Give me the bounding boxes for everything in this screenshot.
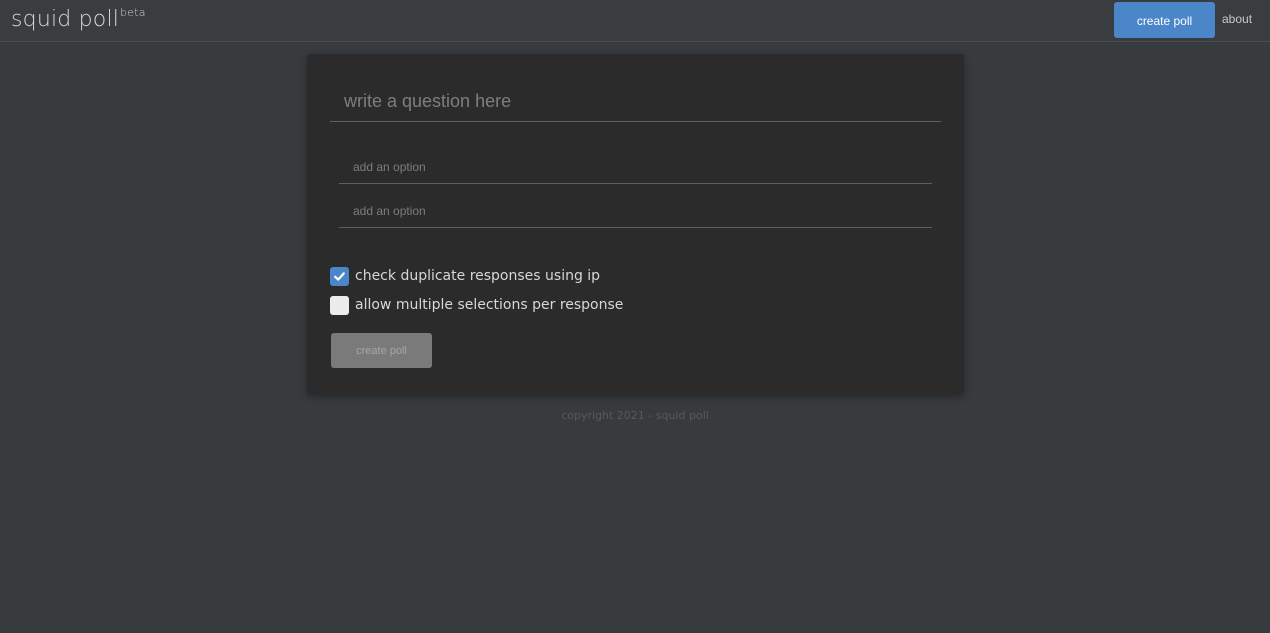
beta-badge: beta [120,5,146,19]
multiple-selection-checkbox[interactable] [330,295,349,315]
poll-form-card: check duplicate responses using ip allow… [307,54,964,394]
brand-name: squid poll [11,7,120,32]
question-input[interactable] [330,82,941,122]
nav-about-link[interactable]: about [1222,12,1252,26]
nav-create-poll-button[interactable]: create poll [1114,2,1215,38]
checkmark-icon [334,271,345,281]
duplicate-check-setting[interactable]: check duplicate responses using ip [330,266,600,286]
duplicate-check-label: check duplicate responses using ip [355,268,601,284]
brand-logo[interactable]: squid pollbeta [11,5,146,32]
footer-copyright: copyright 2021 - squid poll [561,409,709,422]
duplicate-check-checkbox[interactable] [330,266,349,286]
create-poll-submit-button[interactable]: create poll [331,333,432,368]
multiple-selection-setting[interactable]: allow multiple selections per response [330,295,623,315]
option-input-1[interactable] [339,150,932,184]
multiple-selection-label: allow multiple selections per response [355,297,624,313]
option-input-2[interactable] [339,194,932,228]
top-navbar: squid pollbeta create poll about [0,0,1270,42]
